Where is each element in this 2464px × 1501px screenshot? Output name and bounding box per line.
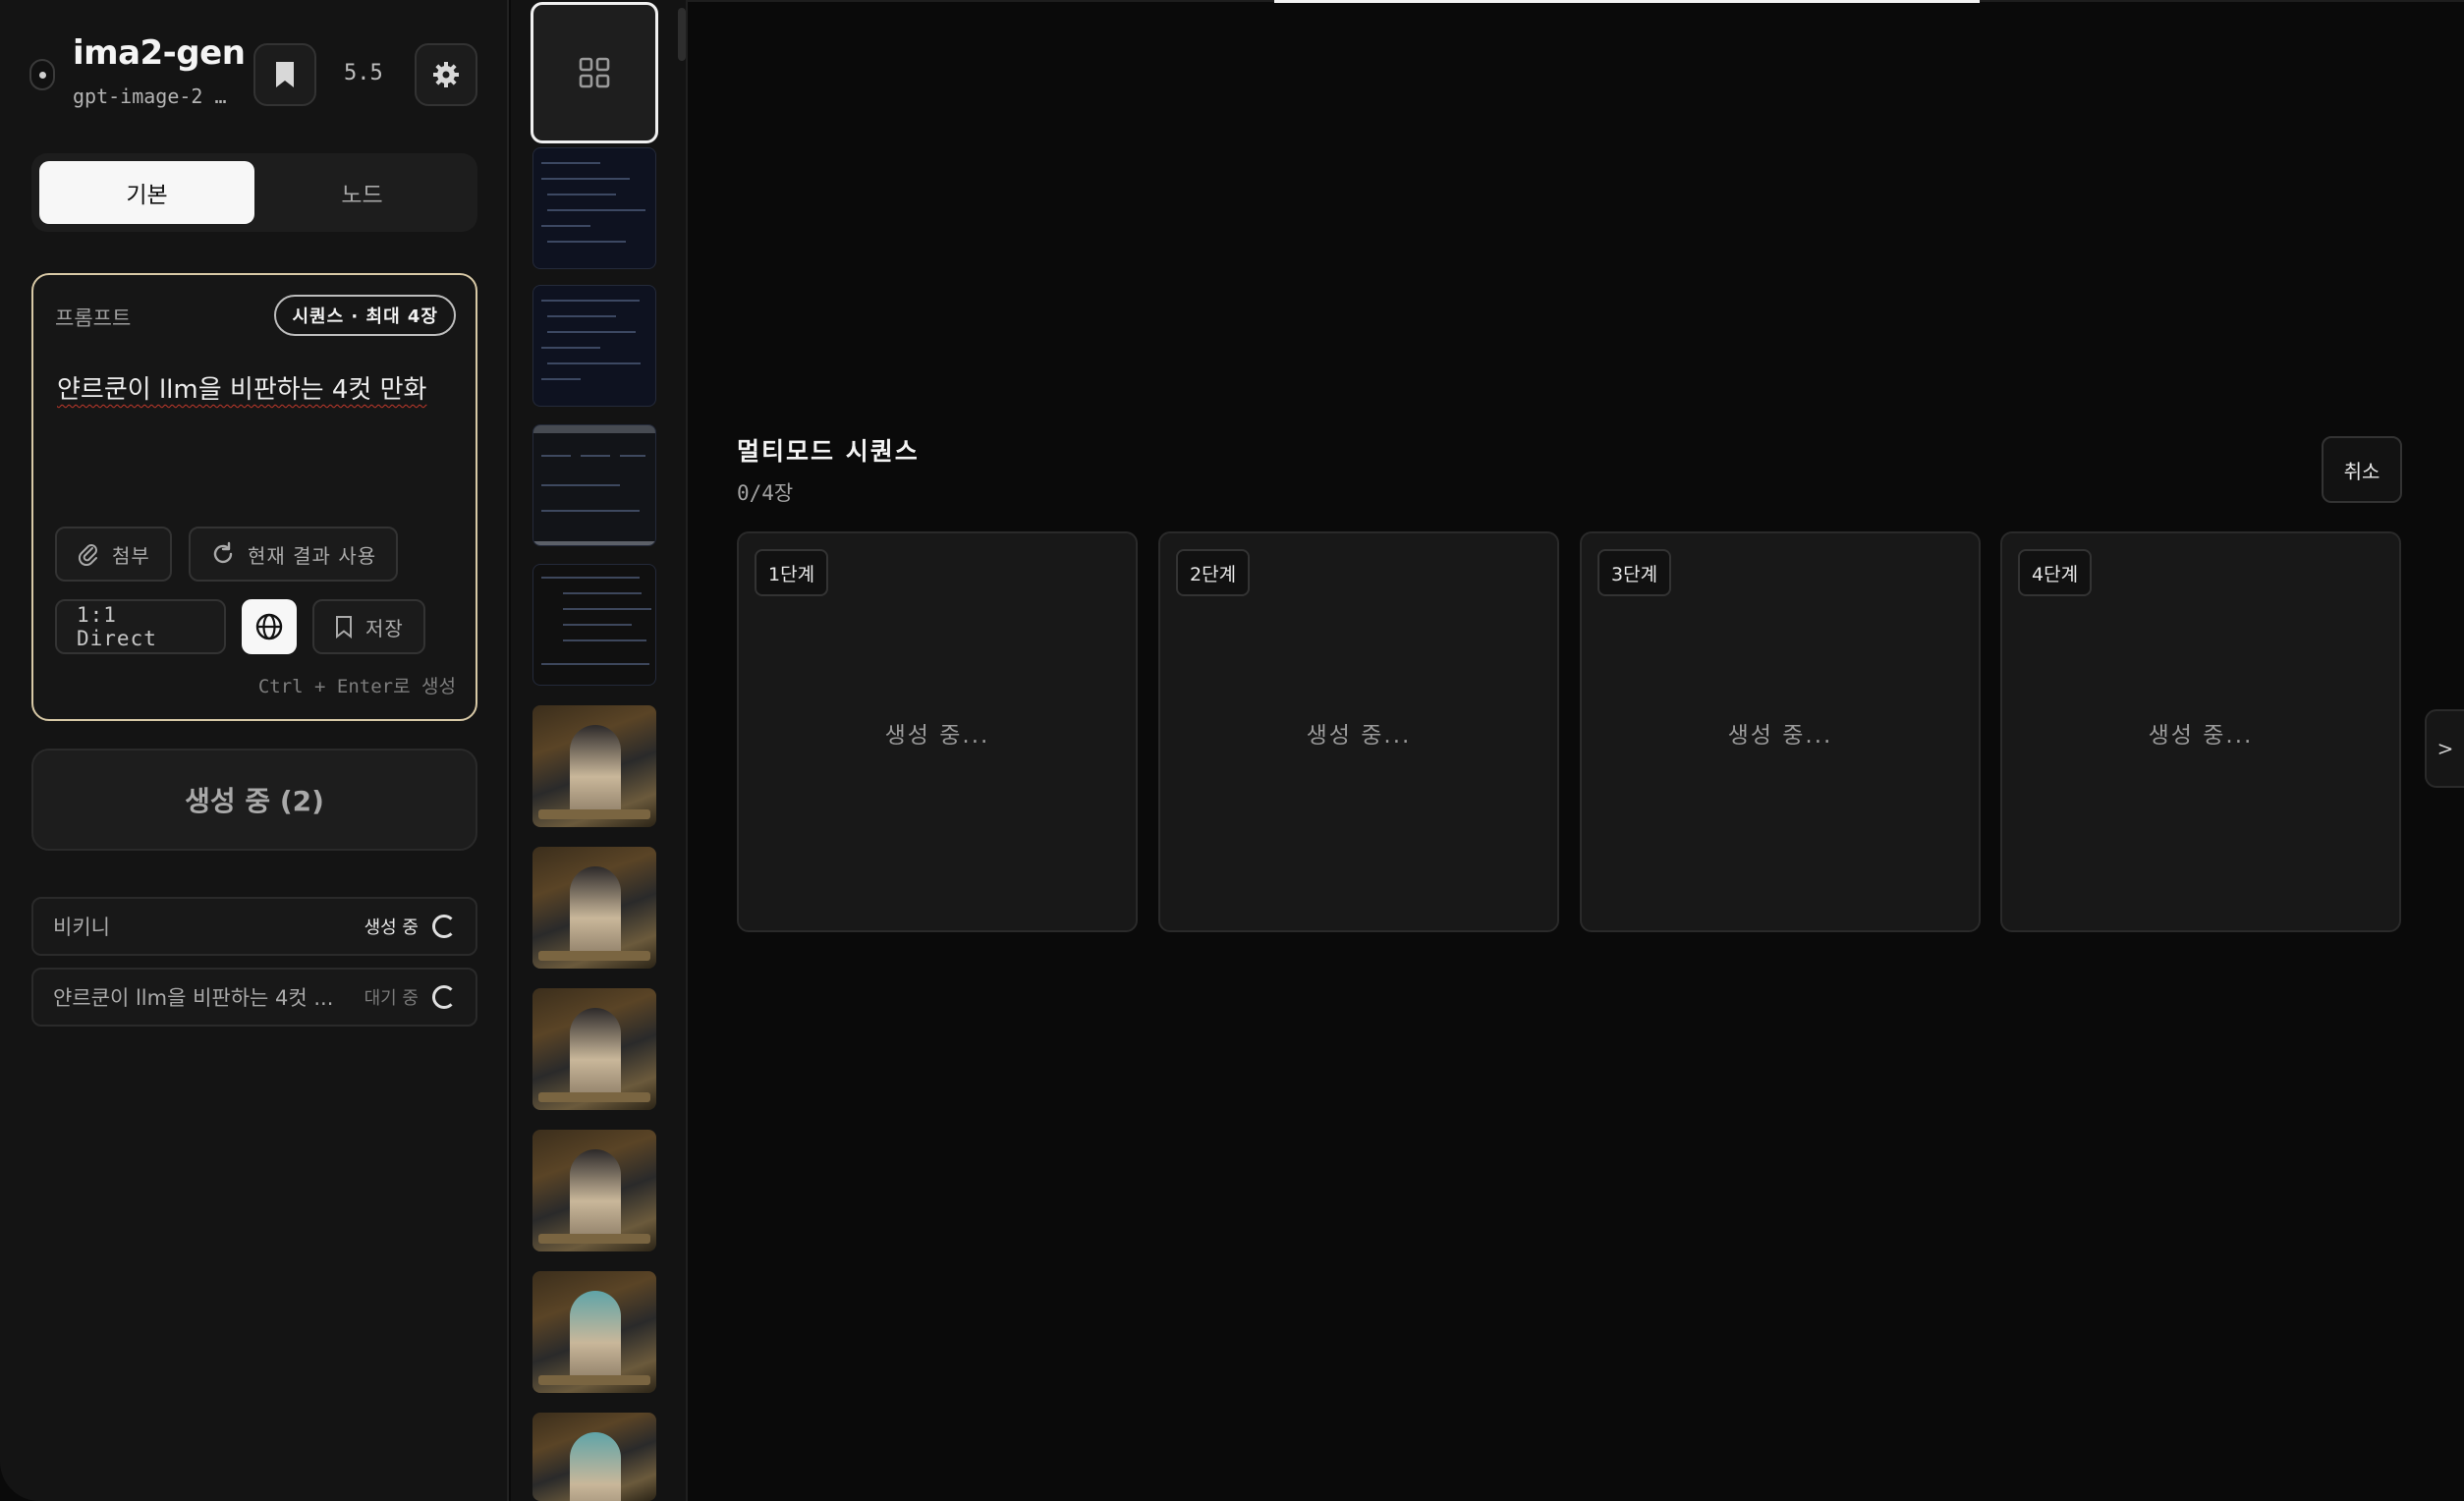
generate-button[interactable]: 생성 중 (2) [31, 749, 477, 851]
tab-node[interactable]: 노드 [254, 161, 470, 224]
mode-switch: 기본 노드 [31, 153, 477, 232]
shortcut-hint: Ctrl + Enter로 생성 [257, 676, 456, 697]
history-thumbnail[interactable] [532, 285, 656, 407]
step-status: 생성 중... [2148, 723, 2254, 749]
step-badge: 2단계 [1176, 549, 1251, 596]
globe-icon [255, 613, 283, 640]
queue-item[interactable]: 얀르쿤이 llm을 비판하는 4컷 ... 대기 중 [31, 968, 477, 1027]
step-status: 생성 중... [884, 723, 990, 749]
bookmark-icon [336, 616, 352, 639]
save-button[interactable]: 저장 [312, 599, 425, 654]
prompt-card: 프롬프트 시퀀스 · 최대 4장 얀르쿤이 llm을 비판하는 4컷 만화 첨부… [31, 273, 477, 721]
sequence-step-card: 4단계 생성 중... [2000, 531, 2401, 932]
attach-label: 첨부 [112, 543, 150, 568]
spinner-icon [432, 915, 456, 938]
history-scrollbar[interactable] [678, 8, 686, 61]
gear-icon [433, 62, 459, 87]
queue-item[interactable]: 비키니 생성 중 [31, 897, 477, 956]
prompt-label: 프롬프트 [55, 306, 132, 330]
status-dot-icon [29, 59, 55, 90]
settings-button[interactable] [415, 43, 477, 106]
history-thumbnail[interactable] [532, 1130, 656, 1251]
sequence-count: 0/4장 [737, 481, 794, 505]
history-thumbnail[interactable] [532, 705, 656, 827]
history-thumbnail[interactable] [532, 147, 656, 269]
bookmark-icon [276, 62, 294, 87]
tab-basic[interactable]: 기본 [39, 161, 254, 224]
grid-icon [579, 57, 610, 88]
right-panel-toggle[interactable]: > [2425, 709, 2464, 788]
step-status: 생성 중... [1306, 723, 1412, 749]
save-label: 저장 [365, 616, 404, 640]
sidebar: ima2-gen gpt-image-2 … 5.5 기본 노드 프롬프트 시퀀… [0, 0, 509, 1501]
step-badge: 4단계 [2018, 549, 2093, 596]
top-progress-bar [1274, 0, 1980, 3]
queue-item-label: 얀르쿤이 llm을 비판하는 4컷 ... [53, 986, 334, 1010]
sequence-step-card: 3단계 생성 중... [1580, 531, 1981, 932]
spinner-icon [432, 985, 456, 1009]
step-badge: 3단계 [1597, 549, 1672, 596]
refresh-icon [213, 541, 233, 564]
model-name: gpt-image-2 … [73, 84, 227, 108]
web-search-toggle[interactable] [242, 599, 297, 654]
history-thumbnail[interactable] [532, 847, 656, 969]
cancel-button[interactable]: 취소 [2322, 436, 2402, 503]
sequence-title: 멀티모드 시퀀스 [737, 437, 920, 466]
bookmark-button[interactable] [253, 43, 316, 106]
queue-item-status: 대기 중 [364, 988, 419, 1009]
gallery-grid-button[interactable] [531, 2, 658, 143]
queue-item-status: 생성 중 [364, 917, 419, 938]
use-current-result-label: 현재 결과 사용 [248, 543, 377, 568]
attach-button[interactable]: 첨부 [55, 527, 172, 582]
app-title: ima2-gen [73, 33, 246, 73]
ratio-select[interactable]: 1:1 Direct [55, 599, 226, 654]
queue-item-label: 비키니 [53, 916, 110, 939]
history-thumbnail[interactable] [532, 564, 656, 686]
history-thumbnail[interactable] [532, 1271, 656, 1393]
step-status: 생성 중... [1727, 723, 1833, 749]
sequence-badge[interactable]: 시퀀스 · 최대 4장 [274, 295, 456, 336]
use-current-result-button[interactable]: 현재 결과 사용 [189, 527, 399, 582]
version-label: 5.5 [344, 61, 383, 85]
paperclip-icon [78, 544, 97, 566]
sequence-step-card: 1단계 생성 중... [737, 531, 1138, 932]
history-thumbnail[interactable] [532, 1413, 656, 1501]
history-thumbnail[interactable] [532, 988, 656, 1110]
prompt-input[interactable]: 얀르쿤이 llm을 비판하는 4컷 만화 [57, 369, 460, 406]
history-thumbnail[interactable] [532, 424, 656, 546]
sequence-step-card: 2단계 생성 중... [1158, 531, 1559, 932]
step-badge: 1단계 [755, 549, 829, 596]
